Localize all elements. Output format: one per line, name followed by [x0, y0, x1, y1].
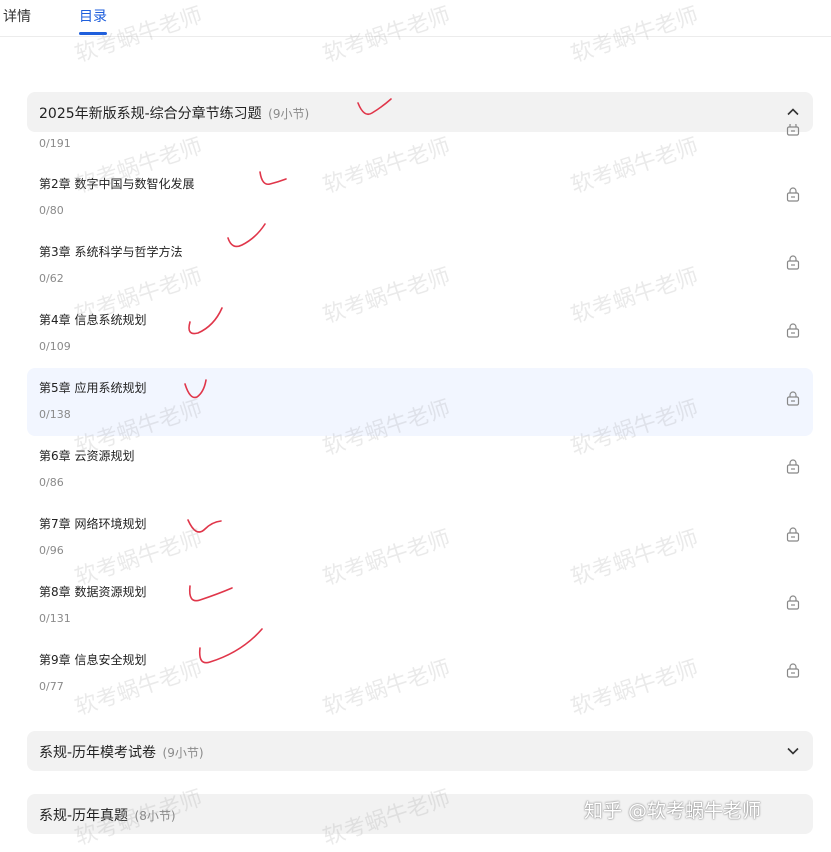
- chapter-title: 第4章 信息系统规划: [39, 313, 147, 327]
- section-title-text: 系规-历年真题: [39, 808, 129, 824]
- chapter-item[interactable]: 第4章 信息系统规划 0/109: [27, 300, 813, 368]
- lock-icon: [786, 255, 800, 270]
- lock-icon: [786, 663, 800, 678]
- lock-icon: [786, 595, 800, 610]
- chapter-title: 第3章 系统科学与哲学方法: [39, 245, 183, 259]
- chapter-item[interactable]: 第3章 系统科学与哲学方法 0/62: [27, 232, 813, 300]
- section-title-text: 2025年新版系规-综合分章节练习题: [39, 106, 262, 122]
- chapter-progress: 0/62: [39, 272, 64, 285]
- tab-catalog[interactable]: 目录: [79, 6, 107, 26]
- section-count: (9小节): [268, 107, 310, 121]
- chevron-down-icon[interactable]: [785, 743, 801, 759]
- lock-icon: [786, 124, 800, 136]
- section-header-practice[interactable]: 2025年新版系规-综合分章节练习题 (9小节): [27, 92, 813, 132]
- lock-icon: [786, 527, 800, 542]
- chapter-title: 第8章 数据资源规划: [39, 585, 147, 599]
- lock-icon: [786, 187, 800, 202]
- chapter-progress: 0/77: [39, 680, 64, 693]
- chapter-item-active[interactable]: 第5章 应用系统规划 0/138: [27, 368, 813, 436]
- section-count: (9小节): [162, 746, 204, 760]
- section-title: 系规-历年模考试卷 (9小节): [39, 742, 204, 762]
- tab-active-indicator: [79, 32, 107, 35]
- section-title-text: 系规-历年模考试卷: [39, 745, 157, 761]
- chapter-progress: 0/109: [39, 340, 71, 353]
- section-header-mock-exams[interactable]: 系规-历年模考试卷 (9小节): [27, 731, 813, 771]
- chapter-progress: 0/96: [39, 544, 64, 557]
- chapter-title: 第6章 云资源规划: [39, 449, 135, 463]
- chapter-title: 第5章 应用系统规划: [39, 381, 147, 395]
- chapter-progress: 0/80: [39, 204, 64, 217]
- chapter-title: 第2章 数字中国与数智化发展: [39, 177, 195, 191]
- chapter-1-progress: 0/191: [39, 137, 71, 150]
- chapter-item[interactable]: 第9章 信息安全规划 0/77: [27, 640, 813, 708]
- section-count: (8小节): [134, 809, 176, 823]
- chevron-up-icon[interactable]: [785, 104, 801, 120]
- tab-bar: 详情 目录: [0, 0, 831, 37]
- chapter-progress: 0/131: [39, 612, 71, 625]
- chapter-item[interactable]: 第6章 云资源规划 0/86: [27, 436, 813, 504]
- section-title: 系规-历年真题 (8小节): [39, 805, 176, 825]
- chapter-item[interactable]: 第8章 数据资源规划 0/131: [27, 572, 813, 640]
- lock-icon: [786, 459, 800, 474]
- zhihu-watermark: 知乎 @软考蜗牛老师: [584, 800, 762, 822]
- chapter-title: 第7章 网络环境规划: [39, 517, 147, 531]
- chapter-item[interactable]: 第2章 数字中国与数智化发展 0/80: [27, 164, 813, 232]
- lock-icon: [786, 391, 800, 406]
- chapter-progress: 0/138: [39, 408, 71, 421]
- tab-details[interactable]: 详情: [3, 6, 31, 26]
- section-title: 2025年新版系规-综合分章节练习题 (9小节): [39, 103, 309, 123]
- chapter-progress: 0/86: [39, 476, 64, 489]
- chapter-item[interactable]: 第7章 网络环境规划 0/96: [27, 504, 813, 572]
- lock-icon: [786, 323, 800, 338]
- chapter-title: 第9章 信息安全规划: [39, 653, 147, 667]
